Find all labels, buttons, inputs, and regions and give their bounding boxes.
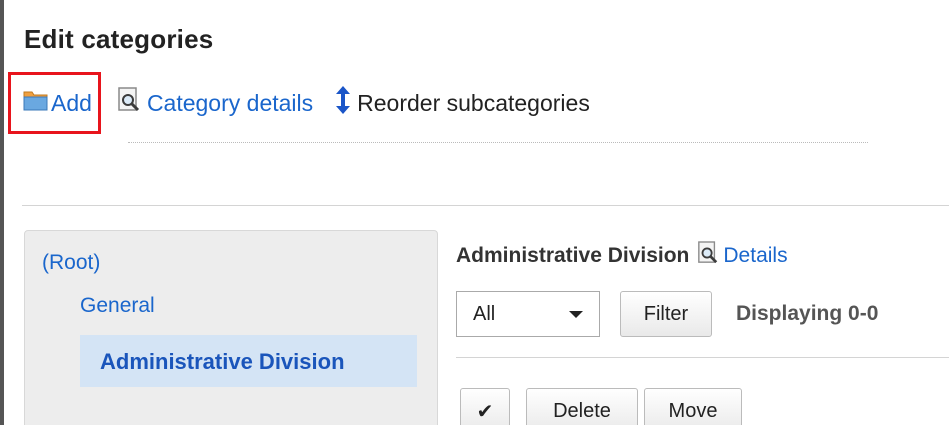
category-heading: Administrative Division Details xyxy=(456,241,788,271)
window-frame-edge xyxy=(0,0,4,425)
filter-row: All Filter Displaying 0-0 xyxy=(456,291,878,337)
category-tree-panel: (Root) General Administrative Division xyxy=(24,230,438,425)
toolbar: Add Category details Reorder subcategori… xyxy=(8,72,590,134)
add-button[interactable]: Add xyxy=(8,72,101,134)
document-magnifier-icon xyxy=(117,87,141,119)
filter-select[interactable]: All xyxy=(456,291,600,337)
tree-item-root[interactable]: (Root) xyxy=(42,251,100,275)
vertical-arrows-icon xyxy=(335,85,351,121)
toolbar-divider xyxy=(128,142,868,143)
details-label: Details xyxy=(723,244,788,267)
move-button[interactable]: Move xyxy=(644,388,742,425)
tree-item-administrative-division[interactable]: Administrative Division xyxy=(80,335,417,387)
reorder-subcategories-label: Reorder subcategories xyxy=(357,89,590,116)
chevron-down-icon xyxy=(569,310,583,318)
tree-item-general[interactable]: General xyxy=(80,294,155,318)
category-details-label: Category details xyxy=(146,89,314,116)
category-details-link[interactable]: Category details xyxy=(117,87,313,119)
reorder-subcategories-link[interactable]: Reorder subcategories xyxy=(335,85,590,121)
delete-button[interactable]: Delete xyxy=(526,388,638,425)
list-divider xyxy=(456,357,949,358)
filter-button[interactable]: Filter xyxy=(620,291,712,337)
add-label: Add xyxy=(51,89,92,116)
display-count: Displaying 0-0 xyxy=(736,302,879,325)
filter-select-value: All xyxy=(473,302,496,325)
category-name: Administrative Division xyxy=(456,244,690,267)
details-link[interactable]: Details xyxy=(697,241,788,271)
select-all-checkbox[interactable]: ✔ xyxy=(460,388,510,425)
page-title: Edit categories xyxy=(24,24,214,54)
section-divider xyxy=(22,205,949,206)
document-magnifier-icon xyxy=(697,241,719,271)
action-row: ✔ Delete Move xyxy=(460,388,742,425)
folder-icon xyxy=(23,89,49,117)
